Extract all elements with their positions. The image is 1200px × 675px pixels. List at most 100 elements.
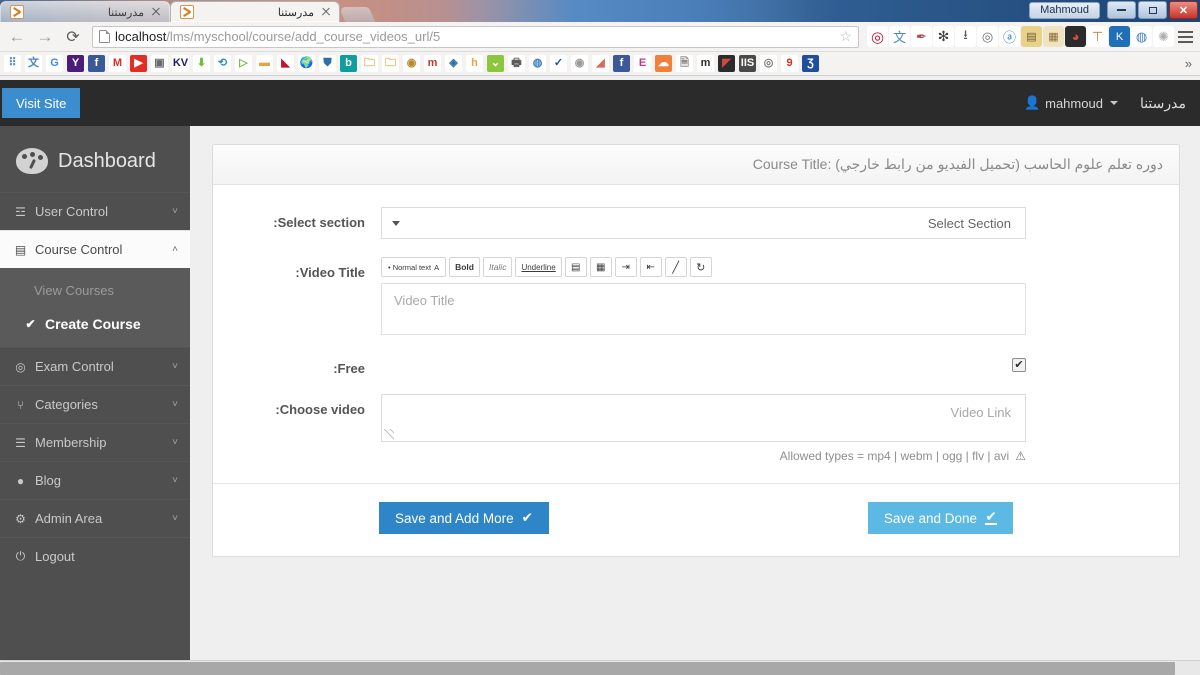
maximize-button[interactable] [1138, 1, 1167, 19]
gear-icon[interactable]: ✻ [933, 26, 954, 47]
notes-icon[interactable]: ▤ [1021, 26, 1042, 47]
bookmark-j-blue-icon[interactable]: Ʒ [802, 55, 819, 72]
bookmark-tor-shield-icon[interactable]: ◉ [403, 55, 420, 72]
close-tab-icon[interactable] [150, 6, 162, 18]
bookmark-sync-arrows-icon[interactable]: ⟲ [214, 55, 231, 72]
bookmark-gray-disc-icon[interactable]: ◉ [571, 55, 588, 72]
bookmark-folder-icon[interactable]: 🗀 [382, 55, 399, 72]
new-tab-button[interactable] [339, 7, 376, 22]
bookmark-facebook-2-icon[interactable]: f [613, 55, 630, 72]
close-tab-icon[interactable] [320, 6, 332, 18]
visit-site-button[interactable]: Visit Site [2, 88, 80, 118]
underline-button[interactable]: Underline [515, 257, 561, 277]
bookmark-blank-page-icon[interactable]: 🗎 [676, 55, 693, 72]
bookmark-youtube-icon[interactable]: ▶ [130, 55, 147, 72]
chrome-menu-icon[interactable] [1175, 26, 1196, 47]
bookmark-google-icon[interactable]: G [46, 55, 63, 72]
scrollbar-thumb[interactable] [0, 662, 1175, 675]
bookmark-earth-icon[interactable]: 🌍 [298, 55, 315, 72]
bookmark-green-chevron-icon[interactable]: ⌄ [487, 55, 504, 72]
address-bar[interactable]: localhost/lms/myschool/course/add_course… [92, 26, 859, 48]
bookmark-outlook-icon[interactable]: ▣ [151, 55, 168, 72]
select-section-dropdown[interactable]: Select Section [381, 207, 1026, 239]
eyedropper-icon[interactable]: ✒ [911, 26, 932, 47]
bookmark-folder-one-icon[interactable]: 🗀 [361, 55, 378, 72]
bookmark-printer-icon[interactable]: 🖶 [508, 55, 525, 72]
video-title-input[interactable]: Video Title [381, 283, 1026, 335]
sidebar-item-admin-area[interactable]: ⚙ Admin Area ˅ [0, 499, 190, 537]
sidebar-item-view-courses[interactable]: View Courses [0, 274, 190, 307]
kaspersky-icon[interactable]: K [1109, 26, 1130, 47]
minimize-button[interactable] [1107, 1, 1136, 19]
bookmark-bing-icon[interactable]: b [340, 55, 357, 72]
bookmark-red-cone-icon[interactable]: ◢ [592, 55, 609, 72]
user-menu[interactable]: 👤 mahmoud [1024, 95, 1118, 111]
back-icon[interactable]: ← [4, 25, 30, 49]
bookmark-kv-site-icon[interactable]: KV [172, 55, 189, 72]
horizontal-scrollbar[interactable] [0, 660, 1200, 675]
signpost-icon[interactable]: ⊤ [1087, 26, 1108, 47]
bookmarks-overflow-icon[interactable]: » [1185, 56, 1196, 71]
redo-button[interactable]: ↻ [690, 257, 712, 277]
page-info-icon[interactable] [99, 30, 110, 43]
sidebar-item-logout[interactable]: ⏻ Logout [0, 537, 190, 575]
sidebar-item-blog[interactable]: ● Blog ˅ [0, 461, 190, 499]
bookmark-evernote-icon[interactable]: E [634, 55, 651, 72]
opera-icon[interactable]: ◎ [867, 26, 888, 47]
bookmark-blue-globe-icon[interactable]: ◈ [445, 55, 462, 72]
color-wheel-icon[interactable]: ◕ [1065, 26, 1086, 47]
outdent-button[interactable]: ⇤ [640, 257, 662, 277]
globe-icon[interactable]: ◍ [1131, 26, 1152, 47]
avast-icon[interactable]: ⓐ [999, 26, 1020, 47]
grid-badge-icon[interactable]: ▦ [1043, 26, 1064, 47]
browser-tab-2[interactable]: مدرستنا [170, 1, 340, 22]
bookmark-bandwidth-bar-icon[interactable]: ▬ [256, 55, 273, 72]
save-and-done-button[interactable]: Save and Done ✔ [868, 502, 1013, 534]
bookmark-gray-target-icon[interactable]: ◎ [760, 55, 777, 72]
bookmark-shield-icon[interactable]: ⛊ [319, 55, 336, 72]
profile-button[interactable]: Mahmoud [1029, 2, 1100, 19]
sidebar-item-course-control[interactable]: ▤ Course Control ˄ [0, 230, 190, 268]
browser-tab-1[interactable]: مدرستنا [0, 1, 170, 22]
text-style-dropdown[interactable]: • Normal text A [381, 257, 446, 277]
sidebar-item-user-control[interactable]: ☲ User Control ˅ [0, 192, 190, 230]
translate-icon[interactable]: 文 [889, 26, 910, 47]
bookmark-honey-icon[interactable]: h [466, 55, 483, 72]
bookmark-dark-tile-icon[interactable]: ◤ [718, 55, 735, 72]
sidebar-item-create-course[interactable]: ✔ Create Course [0, 307, 190, 341]
bookmark-gmail-icon[interactable]: M [109, 55, 126, 72]
bookmark-google-translate-icon[interactable]: 文 [25, 55, 42, 72]
free-checkbox[interactable]: ✔ [1012, 358, 1026, 372]
bookmark-nine-red-icon[interactable]: 9 [781, 55, 798, 72]
sidebar-item-membership[interactable]: ☰ Membership ˅ [0, 423, 190, 461]
bookmark-facebook-icon[interactable]: f [88, 55, 105, 72]
sidebar-item-categories[interactable]: ⑂ Categories ˅ [0, 385, 190, 423]
bookmark-m-boxed-icon[interactable]: m [697, 55, 714, 72]
pencil-button[interactable]: ╱ [665, 257, 687, 277]
bookmark-blood-drop-icon[interactable]: ◣ [277, 55, 294, 72]
indent-button[interactable]: ⇥ [615, 257, 637, 277]
bookmark-download-arrow-icon[interactable]: ⬇ [193, 55, 210, 72]
italic-button[interactable]: Italic [483, 257, 512, 277]
sidebar-item-exam-control[interactable]: ◎ Exam Control ˅ [0, 347, 190, 385]
forward-icon[interactable]: → [32, 25, 58, 49]
bookmark-star-icon[interactable]: ☆ [839, 28, 852, 45]
bookmark-check-mark-blue-icon[interactable]: ✓ [550, 55, 567, 72]
bookmark-globe-blue-icon[interactable]: ◍ [529, 55, 546, 72]
reload-icon[interactable]: ⟳ [60, 25, 86, 49]
close-window-button[interactable]: ✕ [1169, 1, 1198, 19]
dashboard-header[interactable]: Dashboard [0, 134, 190, 192]
bookmark-mail-m-icon[interactable]: m [424, 55, 441, 72]
resize-handle-icon[interactable] [384, 429, 394, 439]
download-icon[interactable]: ⭳ [955, 26, 976, 47]
bookmark-yahoo-icon[interactable]: Y [67, 55, 84, 72]
video-link-textarea[interactable]: Video Link [381, 394, 1026, 442]
bookmark-apps-grid-icon[interactable]: ⠿ [4, 55, 21, 72]
bookmark-cloud-orange-icon[interactable]: ☁ [655, 55, 672, 72]
film-reel-icon[interactable]: ◎ [977, 26, 998, 47]
bookmark-iis-icon[interactable]: IIS [739, 55, 756, 72]
bookmark-play-green-icon[interactable]: ▷ [235, 55, 252, 72]
bug-icon[interactable]: ✺ [1153, 26, 1174, 47]
bold-button[interactable]: Bold [449, 257, 480, 277]
unordered-list-button[interactable]: ▤ [565, 257, 587, 277]
